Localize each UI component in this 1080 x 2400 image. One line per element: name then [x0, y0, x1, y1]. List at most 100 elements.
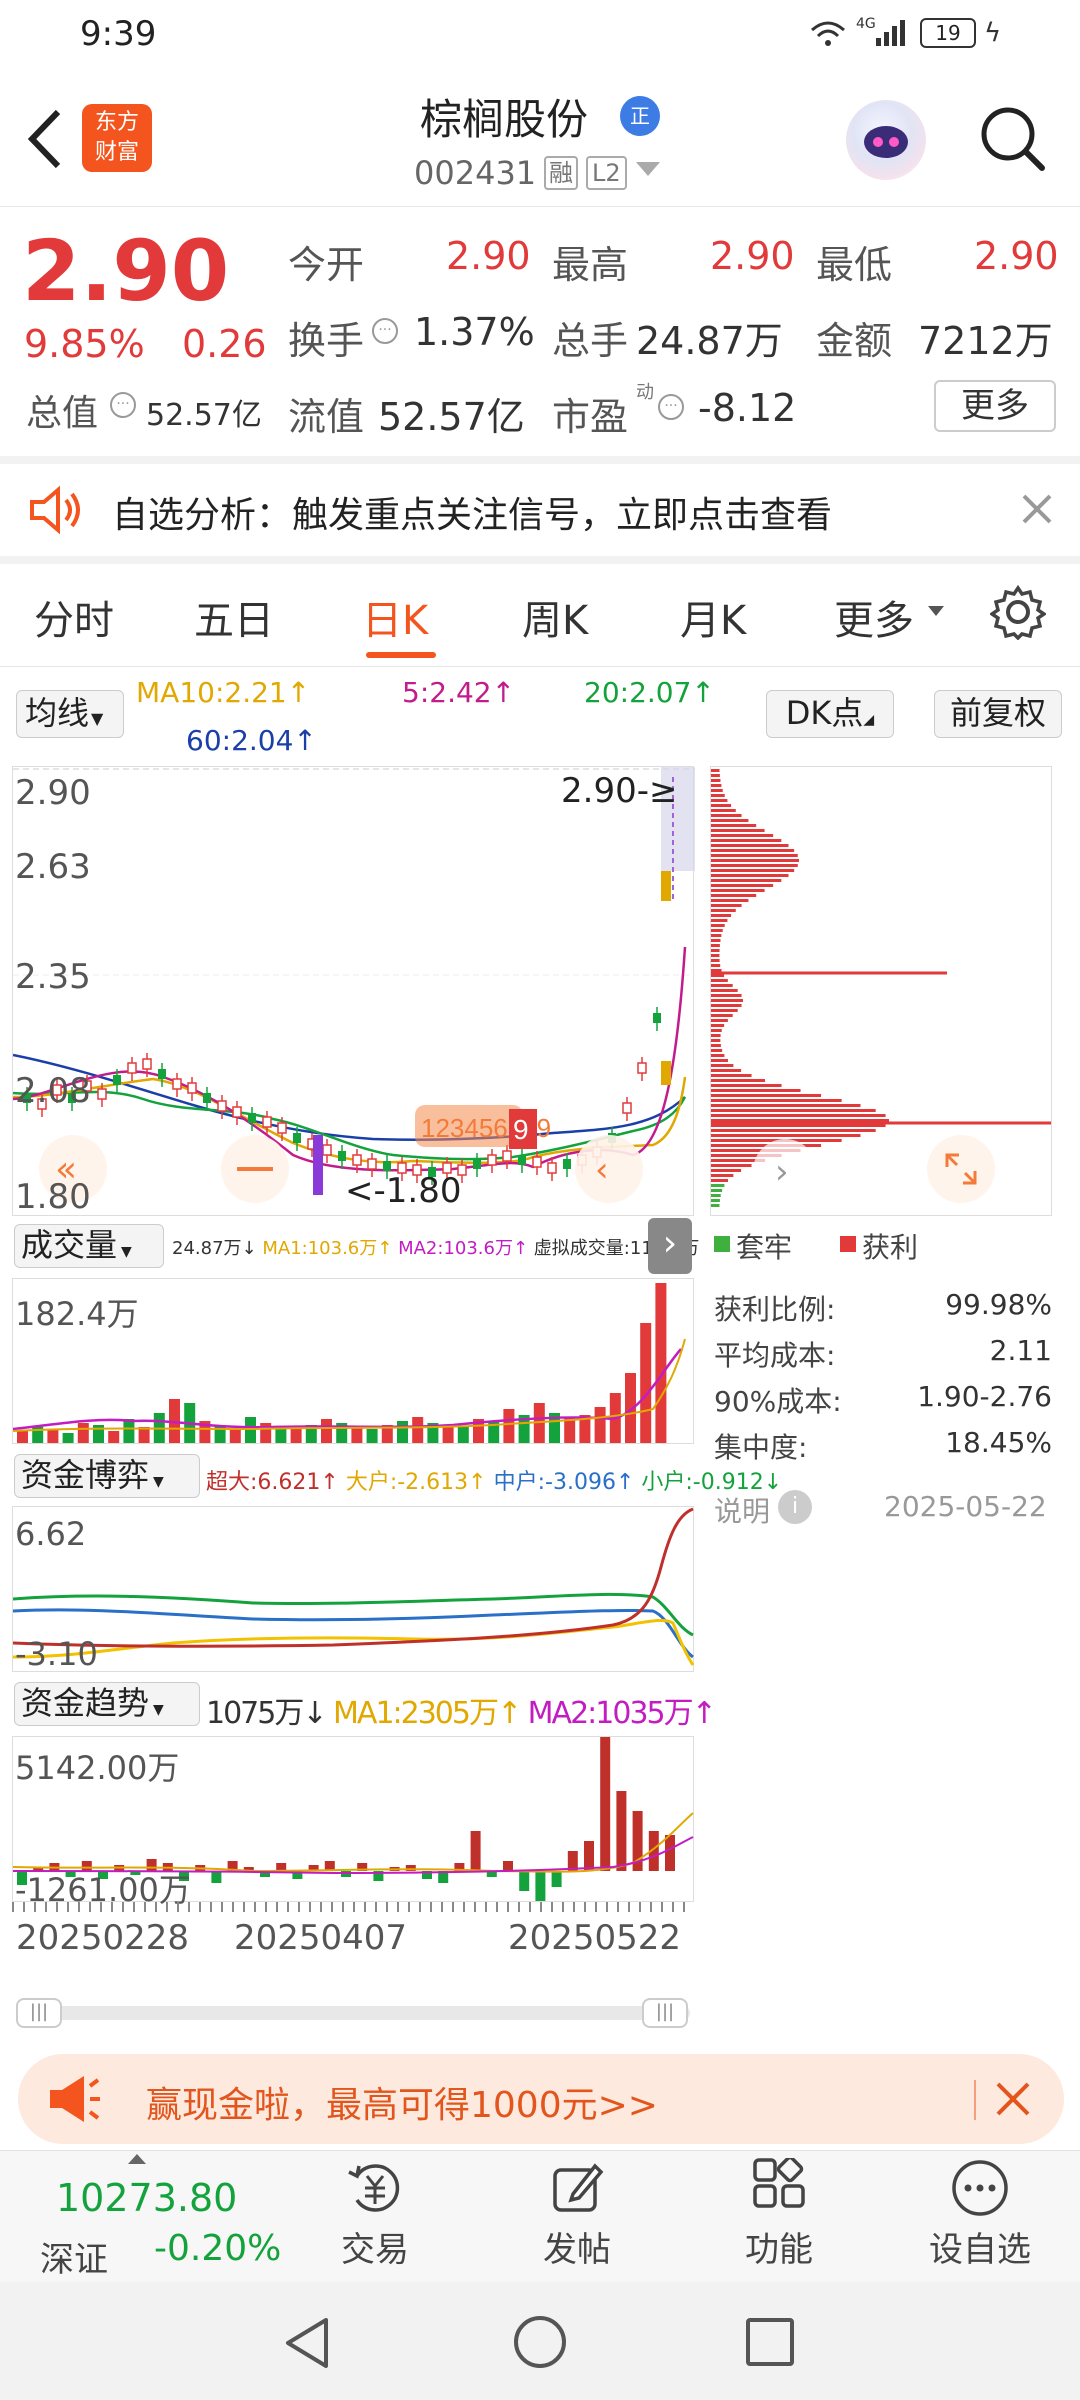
trade-button[interactable]: 交易 [320, 2158, 430, 2274]
step-back-icon[interactable]: ‹ [595, 1150, 609, 1190]
stock-switch-chevron-icon[interactable] [636, 162, 660, 176]
chip-bar [711, 1004, 742, 1007]
promo-close-icon[interactable] [990, 2076, 1036, 2122]
info-icon[interactable]: ··· [658, 394, 684, 420]
volume-bar [17, 1431, 28, 1443]
signal-last: 9 [513, 1114, 529, 1145]
chip-bar [711, 894, 757, 897]
fund-game-select[interactable]: 资金博弈 ▼ [14, 1454, 200, 1498]
volume-max-label: 182.4万 [15, 1295, 139, 1333]
battery-level: 19 [935, 21, 961, 45]
market-cap-value: 52.57亿 [146, 398, 262, 433]
tab-fenshi[interactable]: 分时 [34, 588, 114, 646]
tab-yuek[interactable]: 月K [680, 588, 746, 646]
candle-body [563, 1159, 571, 1169]
candle-body [338, 1151, 346, 1161]
fund-large: 大户:-2.613↑ [345, 1470, 487, 1495]
high-price-marker: 2.90-≥ [561, 771, 678, 811]
fund-super: 超大:6.621↑ [206, 1470, 339, 1495]
trend-bar [211, 1871, 222, 1883]
volume-bar [503, 1409, 515, 1443]
time-axis-ticks [12, 1902, 694, 1912]
tab-more[interactable]: 更多 [834, 588, 914, 646]
trend-bar [470, 1831, 481, 1871]
chip-bar [711, 854, 798, 857]
float-cap-label: 流值 [288, 395, 365, 439]
promo-text[interactable]: 赢现金啦，最高可得1000元>> [146, 2076, 658, 2128]
tab-zhouk[interactable]: 周K [522, 588, 588, 646]
chip-bar [711, 899, 749, 902]
corner-triangle-icon: ◢ [863, 712, 875, 728]
info-icon[interactable]: i [778, 1490, 812, 1524]
back-button[interactable] [20, 104, 70, 174]
ma60-label: 60:2.04↑ [186, 724, 317, 757]
volume-select-label: 成交量 [21, 1226, 118, 1264]
chip-distribution-chart[interactable]: › [710, 766, 1052, 1216]
stock-code: 002431 [414, 154, 537, 192]
candle-body [232, 1106, 242, 1118]
index-value[interactable]: 10273.80 [56, 2176, 237, 2220]
pe-dynamic-sup: 动 [636, 382, 654, 403]
dk-point-label: DK点 [785, 694, 864, 732]
robot-assistant-icon[interactable] [846, 100, 926, 180]
kline-svg: 123456789 9 « ‹ [12, 767, 695, 1203]
system-home-icon[interactable] [514, 2316, 566, 2368]
info-icon[interactable]: ··· [110, 392, 136, 418]
chip-bar [711, 1079, 766, 1082]
tab-active-indicator [366, 652, 436, 658]
more-button[interactable]: 更多 [934, 380, 1056, 432]
network-type: 4G [856, 16, 876, 32]
kline-chart[interactable]: 123456789 9 « ‹ 2.90 2.63 2.35 2.08 1.80… [12, 766, 695, 1217]
add-watchlist-button[interactable]: 设自选 [920, 2158, 1040, 2274]
trend-bar [341, 1871, 351, 1877]
chevron-right-icon[interactable]: › [775, 1152, 789, 1192]
info-icon[interactable]: ··· [372, 318, 398, 344]
tab-wuri[interactable]: 五日 [194, 588, 274, 646]
date-label-mid: 20250407 [234, 1918, 408, 1958]
chip-bar [711, 1084, 782, 1087]
turnover-value: 1.37% [414, 310, 535, 354]
range-slider-left-handle[interactable]: ||| [16, 1998, 62, 2028]
chip-bar [711, 1034, 721, 1037]
ma-select[interactable]: 均线 ▼ [16, 690, 124, 738]
system-recent-icon[interactable] [746, 2318, 794, 2366]
chip-bar [711, 844, 789, 847]
candle-body [653, 1013, 661, 1023]
fuquan-button[interactable]: 前复权 [934, 690, 1062, 738]
function-button[interactable]: 功能 [724, 2155, 834, 2274]
chip-bar [711, 1179, 728, 1182]
search-icon[interactable] [978, 104, 1048, 174]
candle-body [293, 1133, 301, 1143]
volume-select[interactable]: 成交量 ▼ [14, 1224, 164, 1268]
pe-value: -8.12 [698, 386, 797, 430]
candle-body [262, 1116, 272, 1128]
pe-label: 市盈 [552, 395, 629, 439]
price-axis-label-4: 2.08 [15, 1071, 91, 1111]
app-logo[interactable]: 东方 财富 [82, 104, 152, 172]
volume-current: 24.87万↓ [172, 1238, 257, 1259]
range-slider-track[interactable] [16, 2006, 690, 2020]
fund-trend-select[interactable]: 资金趋势 ▼ [14, 1682, 200, 1726]
candle-body [352, 1154, 362, 1166]
volume-bar [640, 1323, 652, 1443]
close-icon[interactable] [1018, 490, 1056, 528]
chip-note-link[interactable]: 说明 [714, 1490, 770, 1530]
candle-body [518, 1155, 526, 1165]
promo-banner[interactable]: 赢现金啦，最高可得1000元>> [18, 2054, 1064, 2144]
chip-bar [711, 1069, 742, 1072]
settings-gear-icon[interactable] [988, 584, 1048, 641]
candle-body [487, 1154, 497, 1166]
chip-row-label: 90%成本: [714, 1385, 842, 1418]
tab-rik[interactable]: 日K [362, 588, 428, 646]
chevron-right-button[interactable]: › [648, 1218, 692, 1274]
notice-text[interactable]: 自选分析：触发重点关注信号，立即点击查看 [112, 486, 832, 538]
range-slider-right-handle[interactable]: ||| [642, 1998, 688, 2028]
chip-bar [711, 789, 723, 792]
post-button[interactable]: 发帖 [522, 2158, 632, 2274]
index-change: -0.20% [154, 2228, 282, 2269]
caret-down-icon: ▼ [91, 709, 104, 728]
system-back-icon[interactable] [282, 2316, 332, 2370]
function-label: 功能 [745, 2230, 813, 2270]
candle-body [547, 1162, 557, 1174]
dk-point-button[interactable]: DK点◢ [766, 690, 894, 738]
